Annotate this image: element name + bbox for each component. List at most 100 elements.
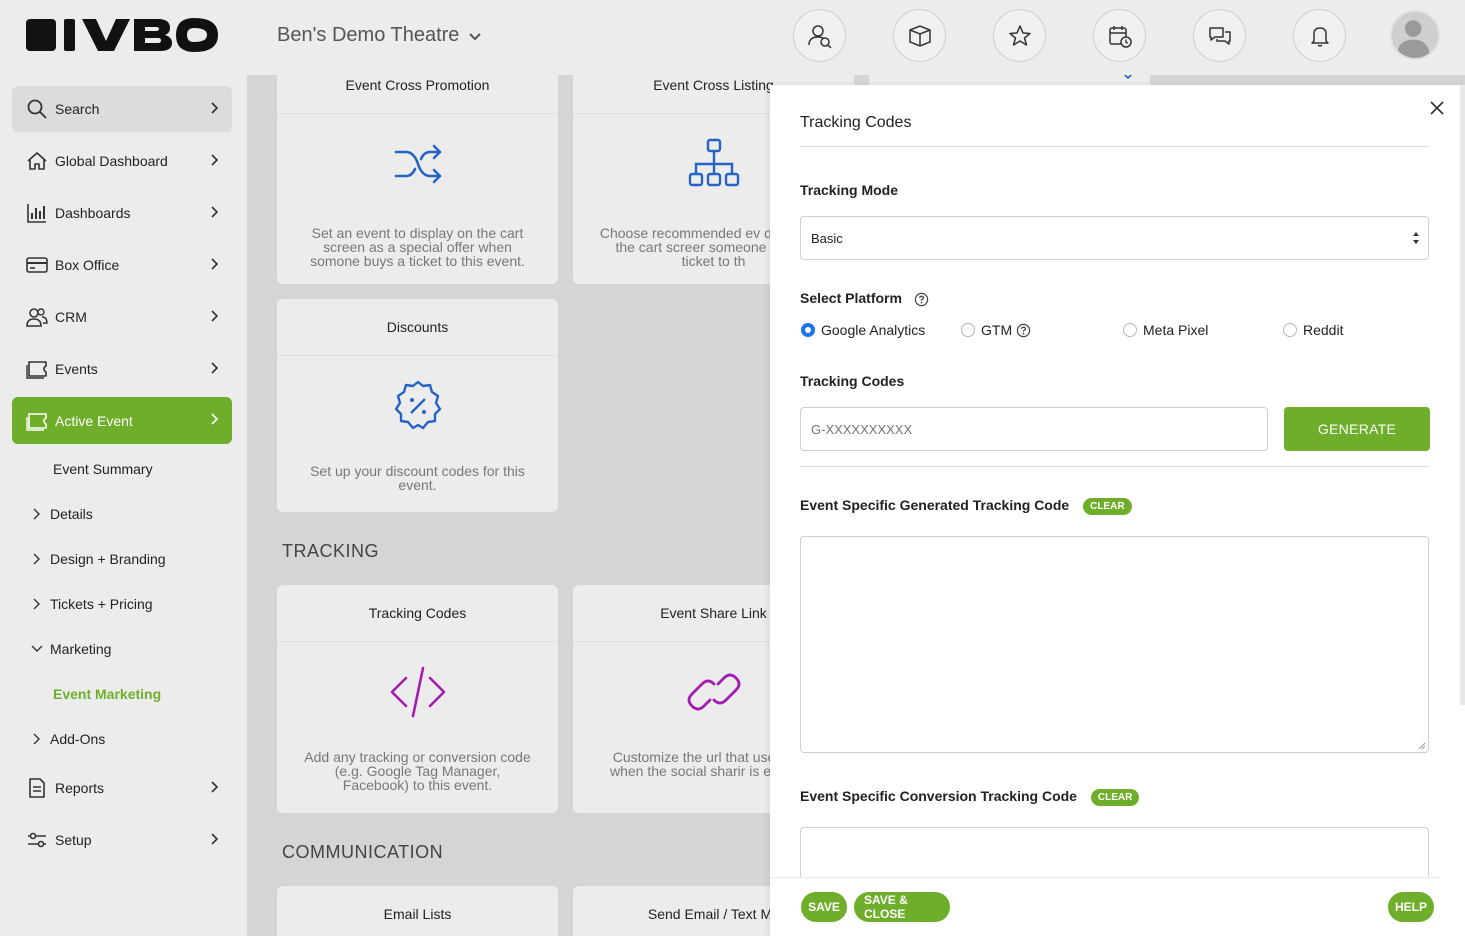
chevron-right-icon xyxy=(211,781,219,793)
platform-radio-gtm[interactable]: GTM xyxy=(961,322,1031,338)
select-arrows-icon xyxy=(1413,232,1419,244)
sidebar-item-label: Dashboards xyxy=(55,205,131,221)
chevron-right-icon xyxy=(211,362,219,374)
chevron-down-icon xyxy=(1121,75,1135,83)
sidebar-subitem-label: Marketing xyxy=(50,641,112,657)
radio-label: GTM xyxy=(981,322,1013,338)
sidebar-subitem-details[interactable]: Details xyxy=(30,506,93,522)
clear-generated-button[interactable]: CLEAR xyxy=(1083,497,1132,515)
sidebar-item-setup[interactable]: Setup xyxy=(12,817,232,863)
sidebar-subitem-event-summary[interactable]: Event Summary xyxy=(53,461,153,477)
avatar[interactable] xyxy=(1390,10,1440,60)
user-search-icon xyxy=(807,24,832,49)
ticket-icon xyxy=(25,357,49,381)
radio-label: Google Analytics xyxy=(821,322,926,338)
sidebar-item-search[interactable]: Search xyxy=(12,86,232,132)
ivbo-logo[interactable] xyxy=(26,17,219,53)
help-circle-icon[interactable] xyxy=(1016,323,1031,338)
tracking-mode-select[interactable]: Basic xyxy=(800,216,1429,260)
sidebar-item-label: Global Dashboard xyxy=(55,153,168,169)
users-icon xyxy=(25,305,49,329)
sidebar-item-global-dashboard[interactable]: Global Dashboard xyxy=(12,138,232,184)
card-event-cross-promotion[interactable]: Event Cross Promotion Set an event to di… xyxy=(277,75,558,284)
sidebar-item-events[interactable]: Events xyxy=(12,346,232,392)
platform-radio-google-analytics[interactable]: Google Analytics xyxy=(801,322,925,338)
sidebar: Search Global Dashboard Dashboards Box O… xyxy=(0,75,247,936)
sidebar-item-label: Active Event xyxy=(55,412,133,429)
sidebar-subitem-label: Event Summary xyxy=(53,461,153,477)
bar-chart-icon xyxy=(25,201,49,225)
tracking-code-input[interactable] xyxy=(800,407,1268,451)
sidebar-item-label: Setup xyxy=(55,832,92,848)
sidebar-item-label: Reports xyxy=(55,780,105,796)
save-close-button[interactable]: SAVE & CLOSE xyxy=(854,892,950,922)
venue-selector[interactable]: Ben's Demo Theatre xyxy=(277,24,483,47)
help-circle-icon[interactable] xyxy=(914,292,929,307)
hierarchy-icon xyxy=(688,138,739,187)
sidebar-item-label: Events xyxy=(55,361,98,377)
card-description: Set an event to display on the cart scre… xyxy=(310,225,525,269)
close-icon[interactable] xyxy=(1428,99,1446,117)
platform-radio-reddit[interactable]: Reddit xyxy=(1283,322,1343,338)
panel-footer: SAVE SAVE & CLOSE HELP xyxy=(770,877,1440,936)
bell-icon xyxy=(1310,26,1329,47)
chevron-right-icon xyxy=(211,258,219,270)
panel-scrollbar[interactable] xyxy=(1460,85,1465,705)
panel-title: Tracking Codes xyxy=(800,114,912,131)
generated-code-textarea[interactable] xyxy=(800,536,1429,753)
card-email-lists[interactable]: Email Lists xyxy=(277,886,558,936)
radio-button[interactable] xyxy=(801,323,815,337)
sidebar-item-reports[interactable]: Reports xyxy=(12,765,232,811)
chevron-right-icon xyxy=(211,833,219,845)
notifications-button[interactable] xyxy=(1293,9,1346,62)
chevron-down-icon xyxy=(469,32,482,40)
document-icon xyxy=(25,776,49,800)
sidebar-subitem-marketing[interactable]: Marketing xyxy=(30,641,111,657)
sidebar-item-dashboards[interactable]: Dashboards xyxy=(12,190,232,236)
save-button[interactable]: SAVE xyxy=(801,892,847,922)
messages-button[interactable] xyxy=(1193,9,1246,62)
star-icon xyxy=(1008,24,1031,46)
box-icon xyxy=(908,24,931,47)
favorites-button[interactable] xyxy=(993,9,1046,62)
radio-button[interactable] xyxy=(1283,323,1297,337)
chevron-right-icon xyxy=(33,733,40,745)
resize-handle-icon[interactable] xyxy=(1418,742,1426,750)
products-button[interactable] xyxy=(893,9,946,62)
chevron-right-icon xyxy=(33,553,40,565)
sliders-icon xyxy=(25,828,49,852)
radio-button[interactable] xyxy=(961,323,975,337)
radio-button[interactable] xyxy=(1123,323,1137,337)
generate-button[interactable]: GENERATE xyxy=(1284,407,1430,451)
sidebar-subitem-label: Details xyxy=(50,506,93,522)
conversion-code-textarea[interactable] xyxy=(800,827,1429,877)
clear-conversion-button[interactable]: CLEAR xyxy=(1090,788,1140,806)
sidebar-subitem-tickets-pricing[interactable]: Tickets + Pricing xyxy=(30,596,153,612)
sidebar-item-crm[interactable]: CRM xyxy=(12,294,232,340)
sidebar-item-label: Search xyxy=(55,101,100,117)
ticket-icon xyxy=(25,409,49,433)
schedule-button[interactable] xyxy=(1093,9,1146,62)
chevron-right-icon xyxy=(211,413,219,425)
chevron-right-icon xyxy=(33,508,40,520)
card-description: Add any tracking or conversion code (e.g… xyxy=(304,749,531,793)
sidebar-subitem-add-ons[interactable]: Add-Ons xyxy=(30,731,105,747)
card-tracking-codes[interactable]: Tracking Codes Add any tracking or conve… xyxy=(277,585,558,813)
user-search-button[interactable] xyxy=(793,9,846,62)
card-title: Discounts xyxy=(277,299,558,356)
sidebar-subitem-label: Event Marketing xyxy=(53,686,162,702)
sidebar-subitem-label: Tickets + Pricing xyxy=(50,596,153,612)
conversion-code-text: Event Specific Conversion Tracking Code xyxy=(800,788,1077,804)
help-button[interactable]: HELP xyxy=(1388,892,1434,922)
chat-icon xyxy=(1208,26,1231,45)
section-heading-tracking: TRACKING xyxy=(282,541,380,561)
sidebar-subitem-design-branding[interactable]: Design + Branding xyxy=(30,551,166,567)
sidebar-item-active-event[interactable]: Active Event xyxy=(12,397,232,444)
sidebar-item-box-office[interactable]: Box Office xyxy=(12,242,232,288)
sidebar-subitem-event-marketing[interactable]: Event Marketing xyxy=(53,686,161,702)
card-discounts[interactable]: Discounts Set up your discount codes for… xyxy=(277,299,558,512)
chevron-right-icon xyxy=(211,310,219,322)
platform-radio-meta-pixel[interactable]: Meta Pixel xyxy=(1123,322,1208,338)
section-heading-communication: COMMUNICATION xyxy=(282,842,444,862)
venue-name: Ben's Demo Theatre xyxy=(277,24,460,46)
